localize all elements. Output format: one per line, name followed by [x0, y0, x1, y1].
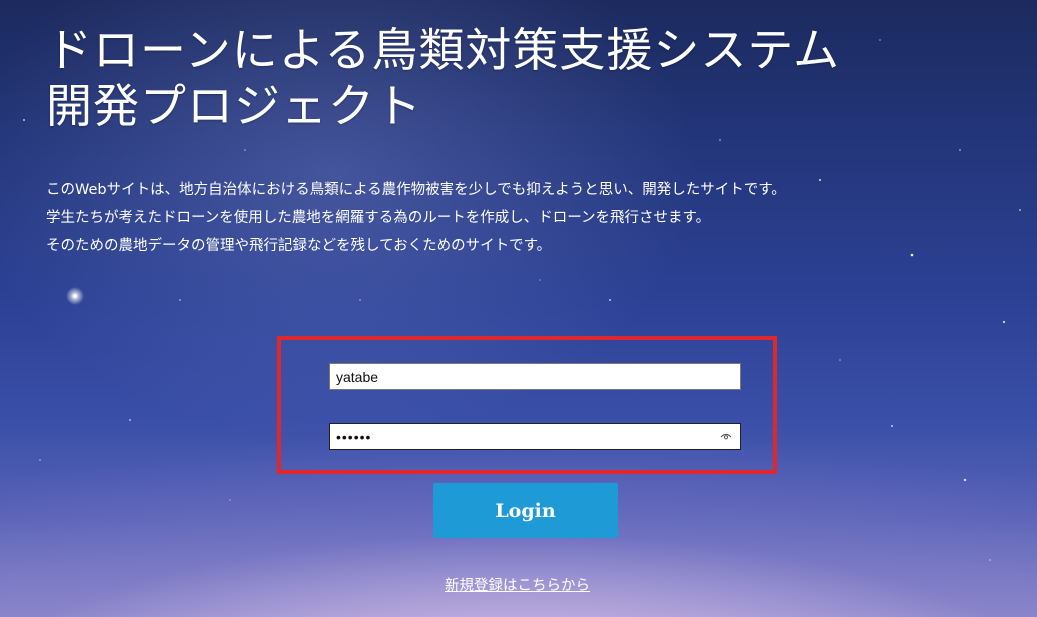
site-description: このWebサイトは、地方自治体における鳥類による農作物被害を少しでも抑えようと思… [46, 176, 786, 260]
bright-star [66, 287, 84, 305]
page-title: ドローンによる鳥類対策支援システム 開発プロジェクト [46, 22, 840, 134]
page-title-line1: ドローンによる鳥類対策支援システム [46, 23, 840, 77]
description-line3: そのための農地データの管理や飛行記録などを残しておくためのサイトです。 [46, 238, 552, 254]
login-button[interactable]: Login [433, 483, 618, 538]
description-line2: 学生たちが考えたドローンを使用した農地を網羅する為のルートを作成し、ドローンを飛… [46, 210, 711, 226]
description-line1: このWebサイトは、地方自治体における鳥類による農作物被害を少しでも抑えようと思… [46, 182, 786, 198]
register-link[interactable]: 新規登録はこちらから [445, 574, 590, 595]
page-title-line2: 開発プロジェクト [46, 79, 422, 133]
username-input[interactable] [329, 363, 741, 390]
password-input[interactable] [329, 423, 741, 450]
login-form-highlight [277, 336, 777, 474]
eye-icon[interactable] [720, 431, 732, 441]
